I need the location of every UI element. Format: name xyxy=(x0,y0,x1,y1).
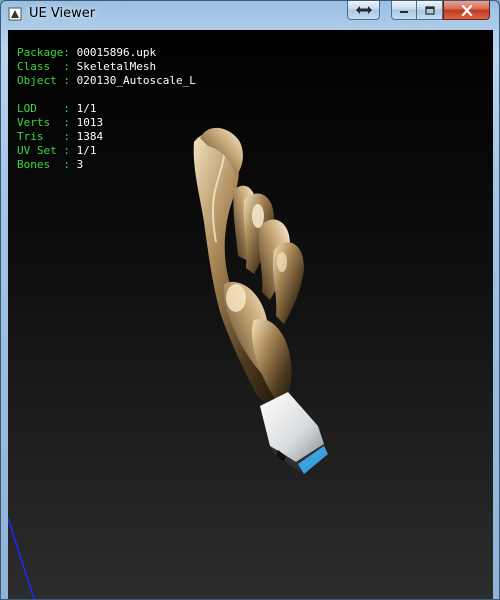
uvset-value: 1/1 xyxy=(76,144,97,157)
class-label: Class : xyxy=(17,60,77,73)
tris-value: 1384 xyxy=(76,130,104,143)
app-window: UE Viewer Package: 00015896.upk Class: … xyxy=(0,0,500,600)
mesh-info-overlay: Package: 00015896.upk Class : SkeletalMe… xyxy=(17,46,196,172)
title-bar[interactable]: UE Viewer xyxy=(1,1,499,29)
class-row: Class : SkeletalMesh xyxy=(17,60,196,74)
bones-row: Bones : 3 xyxy=(17,158,196,172)
maximize-button[interactable] xyxy=(417,1,443,20)
verts-value: 1013 xyxy=(76,116,104,129)
bones-value: 3 xyxy=(76,158,84,171)
uvset-label: UV Set : xyxy=(17,144,77,157)
object-value: 020130_Autoscale_L xyxy=(76,74,196,87)
lod-row: LOD : 1/1 xyxy=(17,102,196,116)
verts-label: Verts : xyxy=(17,116,77,129)
tris-label: Tris : xyxy=(17,130,77,143)
tris-row: Tris : 1384 xyxy=(17,130,196,144)
uvset-row: UV Set : 1/1 xyxy=(17,144,196,158)
bones-label: Bones : xyxy=(17,158,77,171)
extra-caption-button[interactable] xyxy=(347,1,380,20)
minimize-icon xyxy=(400,11,408,13)
close-button[interactable] xyxy=(443,1,490,20)
arrows-horizontal-icon xyxy=(355,6,372,14)
minimize-button[interactable] xyxy=(391,1,417,20)
object-label: Object : xyxy=(17,74,77,87)
package-row: Package: 00015896.upk xyxy=(17,46,196,60)
lod-label: LOD : xyxy=(17,102,77,115)
3d-viewport[interactable]: Package: 00015896.upk Class : SkeletalMe… xyxy=(8,30,493,599)
app-icon xyxy=(8,7,22,21)
class-value: SkeletalMesh xyxy=(76,60,157,73)
window-title: UE Viewer xyxy=(29,6,96,21)
package-label: Package: xyxy=(17,46,77,59)
object-row: Object : 020130_Autoscale_L xyxy=(17,74,196,88)
package-value: 00015896.upk xyxy=(76,46,157,59)
lod-value: 1/1 xyxy=(76,102,97,115)
maximize-icon xyxy=(424,5,435,15)
close-icon xyxy=(460,4,473,16)
verts-row: Verts : 1013 xyxy=(17,116,196,130)
